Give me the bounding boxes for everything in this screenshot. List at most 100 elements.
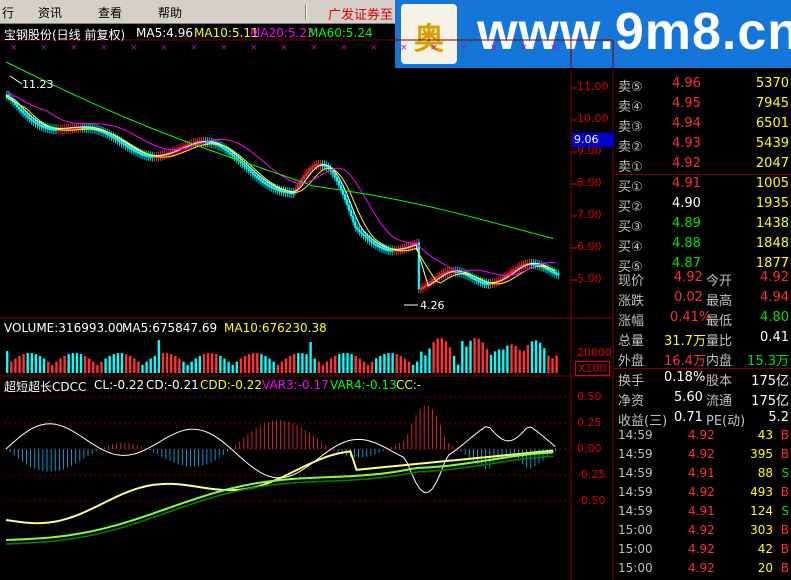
candle-body: [376, 244, 379, 248]
volume-bar: [153, 355, 156, 373]
candle-body: [136, 151, 140, 154]
marker-x: ×: [490, 43, 498, 53]
volume-bar: [522, 350, 525, 373]
marker-x: ×: [340, 43, 348, 53]
stat-label: 外盘: [618, 354, 645, 369]
sell-price: 4.94: [672, 116, 701, 131]
stats-row: 外盘 16.4万 内盘 15.3万: [614, 348, 791, 369]
volume-bar: [325, 361, 329, 373]
volume-bar: [51, 364, 54, 373]
volume-bar: [539, 342, 542, 373]
candle-body: [348, 204, 351, 211]
tick-direction: B: [780, 523, 789, 537]
volume-bar: [473, 338, 476, 373]
volume-bar: [444, 341, 448, 373]
volume-bar: [116, 353, 120, 373]
tick-time: 14:59: [618, 504, 653, 518]
candle-body: [331, 170, 334, 175]
volume-bar: [457, 364, 460, 373]
volume-bar: [198, 355, 202, 373]
candle-body: [557, 273, 560, 276]
sell-label: 卖②: [618, 140, 643, 155]
volume-bar: [96, 364, 99, 373]
stat-value: 0.18%: [664, 370, 706, 385]
candle-body: [46, 126, 49, 130]
candle-body: [481, 281, 484, 284]
volume-bar: [161, 353, 165, 373]
tick-direction: B: [780, 447, 789, 461]
candle-body: [548, 269, 552, 272]
tick-price: 4.91: [688, 504, 715, 518]
volume-ma5: MA5:675847.69: [122, 321, 218, 335]
candle-body: [479, 280, 482, 284]
volume-bar: [88, 358, 91, 373]
sell-price: 4.93: [672, 136, 701, 151]
stat-value: 16.4万: [664, 354, 706, 369]
volume-bar: [329, 358, 333, 373]
candle-body: [360, 231, 363, 234]
marker-x: ×: [520, 43, 528, 53]
candle-body: [255, 175, 259, 179]
sell-volume: 7945: [755, 96, 789, 111]
volume-bar: [141, 364, 144, 373]
volume-bar: [252, 353, 255, 373]
buy-volume: 1005: [755, 176, 789, 191]
volume-bar: [79, 354, 83, 373]
volume-bar: [260, 354, 263, 373]
stat-label: 今开: [706, 274, 733, 289]
tick-volume: 43: [757, 428, 773, 442]
sell-row-2: 卖② 4.93 5439: [614, 134, 791, 155]
candle-body: [477, 279, 480, 283]
stat-value: 5.2: [768, 410, 789, 425]
candle-body: [364, 235, 367, 238]
volume-bar: [407, 361, 411, 373]
buy-row-3: 买③ 4.89 1438: [614, 214, 791, 235]
candle-body: [149, 155, 152, 158]
tick-time: 15:00: [618, 542, 653, 556]
marker-x: ×: [430, 43, 438, 53]
volume-bar: [346, 353, 349, 373]
marker-x: ×: [550, 43, 558, 53]
candle-body: [231, 153, 234, 156]
candle-body: [374, 243, 377, 246]
stat-label: 现价: [618, 274, 645, 289]
candle-body: [147, 154, 150, 158]
tick-volume: 303: [750, 523, 773, 537]
volume-bar: [375, 358, 378, 373]
volume-bar: [223, 358, 226, 373]
buy-label: 买④: [618, 240, 643, 255]
candle-body: [259, 178, 263, 182]
candle-body: [247, 168, 250, 171]
marker-x: ×: [130, 43, 138, 53]
candle-body: [145, 154, 148, 157]
tick-row: 14:59 4.92 493 B: [614, 483, 791, 503]
tick-price: 4.92: [688, 428, 715, 442]
volume-bar: [416, 361, 419, 373]
candle-body: [368, 238, 371, 242]
candle-body: [15, 104, 19, 108]
indicator-cc: CC:-: [396, 378, 422, 392]
candle-body: [223, 146, 226, 150]
candle-body: [284, 190, 287, 194]
stats-row: 换手 0.18% 股本 175亿: [614, 368, 791, 389]
volume-bar: [518, 349, 521, 373]
tick-volume: 88: [757, 466, 773, 480]
volume-bar: [526, 344, 530, 373]
ma60-line: [5, 61, 554, 240]
sell-price: 4.95: [672, 96, 701, 111]
candle-body: [268, 184, 271, 188]
candle-body: [382, 247, 386, 250]
volume-bar: [83, 355, 87, 373]
volume-bar: [47, 361, 50, 373]
candle-body: [241, 162, 244, 165]
ma60-label: MA60:5.24: [308, 26, 373, 40]
buy-row-2: 买② 4.90 1935: [614, 194, 791, 215]
candle-body: [270, 185, 273, 189]
stats-row: 现价 4.92 今开 4.92: [614, 268, 791, 289]
volume-bar: [313, 358, 316, 373]
indicator-var4-shadow: [5, 455, 554, 545]
buy-price: 4.88: [672, 236, 701, 251]
volume-ma10: MA10:676230.38: [224, 321, 327, 335]
candle-body: [20, 108, 23, 112]
volume-bar: [293, 354, 296, 373]
